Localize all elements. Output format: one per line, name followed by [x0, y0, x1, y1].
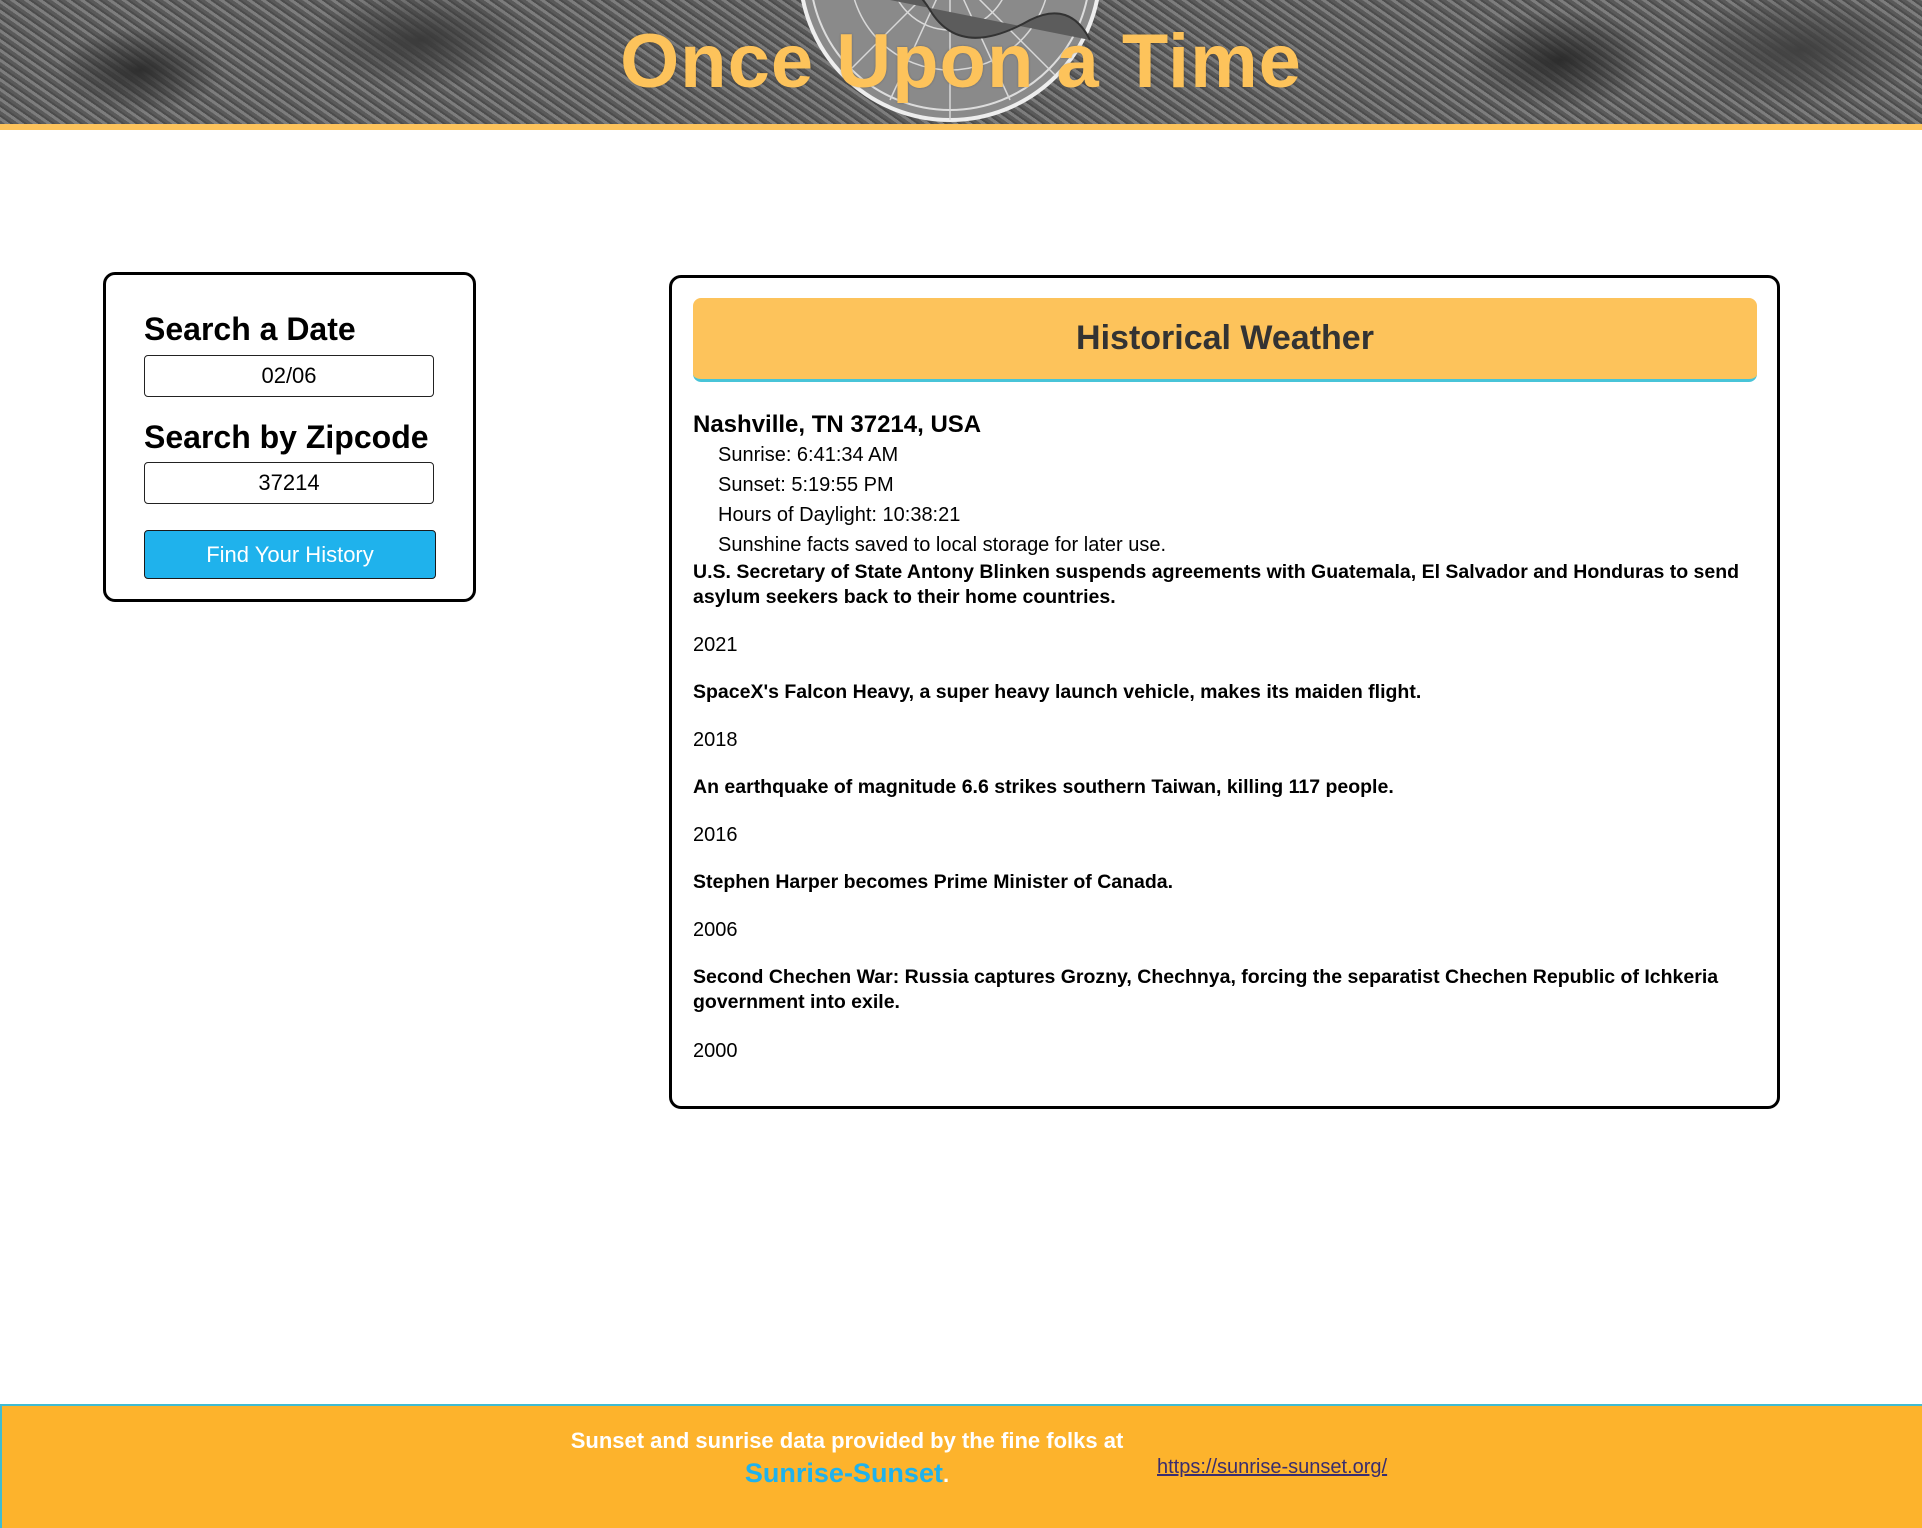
event-text: An earthquake of magnitude 6.6 strikes s… — [693, 776, 1394, 798]
historical-weather-banner: Historical Weather — [693, 298, 1757, 382]
sunrise-text: Sunrise: 6:41:34 AM — [718, 444, 899, 466]
footer-credit-text: Sunset and sunrise data provided by the … — [570, 1428, 1124, 1453]
footer-brand-name: Sunrise-Sunset — [744, 1458, 943, 1488]
banner-title: Historical Weather — [1076, 319, 1374, 357]
event-year: 2006 — [693, 919, 738, 941]
footer-credit: Sunset and sunrise data provided by the … — [532, 1424, 1162, 1491]
event-text: SpaceX's Falcon Heavy, a super heavy lau… — [693, 681, 1422, 703]
find-history-button[interactable]: Find Your History — [144, 530, 436, 579]
date-input[interactable] — [144, 355, 434, 397]
event-text: Stephen Harper becomes Prime Minister of… — [693, 871, 1174, 893]
daylight-text: Hours of Daylight: 10:38:21 — [718, 504, 961, 526]
site-title: Once Upon a Time — [620, 19, 1302, 104]
search-panel: Search a Date Search by Zipcode Find You… — [103, 272, 476, 602]
event-text: Second Chechen War: Russia captures Groz… — [693, 966, 1719, 1013]
page-footer: Sunset and sunrise data provided by the … — [0, 1404, 1922, 1528]
date-label: Search a Date — [144, 311, 356, 347]
event-text: U.S. Secretary of State Antony Blinken s… — [693, 561, 1740, 608]
event-year: 2018 — [693, 729, 738, 751]
results-panel: Historical Weather Nashville, TN 37214, … — [669, 275, 1780, 1109]
sunrise-sunset-link[interactable]: https://sunrise-sunset.org/ — [1157, 1456, 1387, 1479]
event-year: 2000 — [693, 1040, 738, 1062]
zipcode-input[interactable] — [144, 462, 434, 504]
sunset-text: Sunset: 5:19:55 PM — [718, 474, 894, 496]
location-heading: Nashville, TN 37214, USA — [693, 411, 982, 438]
page-header: Once Upon a Time — [0, 0, 1922, 130]
footer-period: . — [942, 1462, 950, 1487]
event-year: 2016 — [693, 824, 738, 846]
event-year: 2021 — [693, 634, 738, 656]
zipcode-label: Search by Zipcode — [144, 419, 429, 455]
storage-note: Sunshine facts saved to local storage fo… — [718, 534, 1167, 556]
